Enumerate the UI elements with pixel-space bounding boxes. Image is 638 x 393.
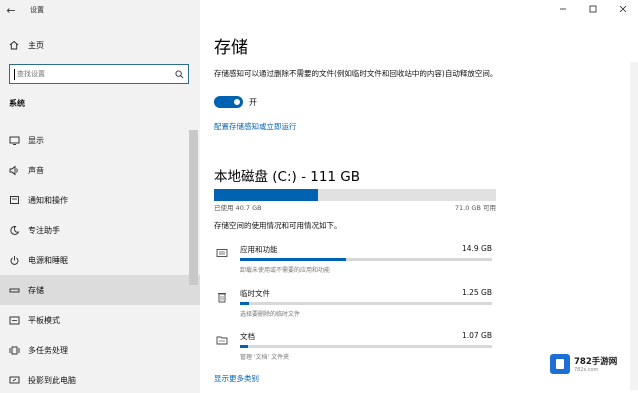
drive-title: 本地磁盘 (C:) - 111 GB bbox=[214, 169, 361, 185]
storage-icon bbox=[0, 285, 28, 296]
app-title: 设置 bbox=[30, 6, 44, 14]
category-size: 1.07 GB bbox=[461, 331, 492, 340]
sidebar-item-home[interactable]: 主页 bbox=[0, 36, 200, 54]
category-name: 应用和功能 bbox=[240, 245, 278, 254]
sidebar-item-display[interactable]: 显示 bbox=[0, 125, 200, 155]
sidebar-nav: 显示 声音 通知和操作 专注助手 电源和睡眠 存储 平板模式 多任务处理 投影到… bbox=[0, 125, 200, 393]
text-caret bbox=[14, 68, 15, 80]
display-icon bbox=[0, 135, 28, 146]
sidebar-item-label: 专注助手 bbox=[28, 225, 60, 235]
search-field[interactable] bbox=[9, 64, 189, 84]
category-name: 文档 bbox=[240, 332, 255, 341]
section-title: 系统 bbox=[9, 99, 25, 108]
sidebar-item-label: 存储 bbox=[28, 285, 44, 295]
minimize-icon bbox=[560, 8, 566, 10]
sidebar-item-label: 主页 bbox=[28, 40, 44, 50]
sidebar-item-label: 电源和睡眠 bbox=[28, 255, 68, 265]
category-usage-bar bbox=[240, 345, 492, 348]
moon-icon bbox=[0, 225, 28, 236]
back-arrow-icon: ← bbox=[6, 3, 16, 17]
drive-free-label: 71.0 GB 可用 bbox=[454, 204, 496, 212]
configure-storage-sense-link[interactable]: 配置存储感知或立即运行 bbox=[214, 121, 297, 132]
sidebar-item-tablet-mode[interactable]: 平板模式 bbox=[0, 305, 200, 335]
close-icon bbox=[619, 5, 627, 13]
toggle-state-label: 开 bbox=[249, 97, 257, 107]
sidebar: ← 设置 主页 系统 显示 声音 bbox=[0, 0, 200, 393]
sidebar-scrollbar[interactable] bbox=[189, 130, 198, 285]
category-usage-fill bbox=[240, 258, 346, 261]
category-usage-fill bbox=[240, 345, 248, 348]
watermark-name: 782手游网 bbox=[574, 357, 618, 367]
category-documents[interactable]: 文档 1.07 GB 管理 '文档' 文件夹 bbox=[214, 330, 492, 364]
category-size: 1.25 GB bbox=[461, 288, 492, 297]
main-content: 存储 存储感知可以通过删除不需要的文件(例如临时文件和回收站中的内容)自动释放空… bbox=[200, 0, 638, 393]
storage-sense-toggle-row: 开 bbox=[214, 96, 257, 108]
drive-usage-bar bbox=[214, 189, 496, 201]
watermark-logo-icon bbox=[550, 354, 570, 374]
maximize-button[interactable] bbox=[578, 0, 608, 18]
watermark-url: 782s.com bbox=[574, 367, 599, 373]
watermark-text: 782手游网 782s.com bbox=[574, 355, 617, 373]
power-icon bbox=[0, 255, 28, 266]
multitask-icon bbox=[0, 345, 28, 356]
category-temp-files[interactable]: 临时文件 1.25 GB 选择要删除的临时文件 bbox=[214, 287, 492, 321]
search-input[interactable] bbox=[17, 70, 170, 78]
page-title: 存储 bbox=[214, 38, 248, 58]
category-size: 14.9 GB bbox=[461, 244, 492, 253]
back-button[interactable]: ← bbox=[0, 0, 22, 20]
sidebar-item-focus-assist[interactable]: 专注助手 bbox=[0, 215, 200, 245]
category-usage-fill bbox=[240, 302, 249, 305]
drive-usage-fill bbox=[214, 189, 319, 201]
sidebar-item-power-sleep[interactable]: 电源和睡眠 bbox=[0, 245, 200, 275]
minimize-button[interactable] bbox=[548, 0, 578, 18]
category-description: 卸载未使用或不需要的应用和功能 bbox=[240, 267, 331, 274]
apps-icon bbox=[214, 247, 230, 259]
sidebar-item-notifications[interactable]: 通知和操作 bbox=[0, 185, 200, 215]
category-description: 管理 '文档' 文件夹 bbox=[240, 354, 290, 361]
content-scrollbar[interactable] bbox=[630, 62, 638, 390]
sidebar-item-label: 投影到此电脑 bbox=[28, 375, 76, 385]
title-bar: ← 设置 bbox=[0, 0, 200, 20]
documents-icon bbox=[214, 334, 230, 346]
sidebar-item-label: 声音 bbox=[28, 165, 44, 175]
trash-icon bbox=[214, 291, 230, 303]
sidebar-item-label: 多任务处理 bbox=[28, 345, 68, 355]
usage-intro: 存储空间的使用情况和可用情况如下。 bbox=[214, 221, 342, 230]
sidebar-item-project-to-pc[interactable]: 投影到此电脑 bbox=[0, 365, 200, 393]
category-usage-bar bbox=[240, 302, 492, 305]
sidebar-item-label: 通知和操作 bbox=[28, 195, 68, 205]
notification-icon bbox=[0, 195, 28, 206]
search-icon[interactable] bbox=[170, 69, 188, 79]
sidebar-item-storage[interactable]: 存储 bbox=[0, 275, 200, 305]
category-apps[interactable]: 应用和功能 14.9 GB 卸载未使用或不需要的应用和功能 bbox=[214, 243, 492, 277]
drive-used-label: 已使用 40.7 GB bbox=[214, 204, 262, 212]
window-controls bbox=[548, 0, 638, 18]
sidebar-item-label: 平板模式 bbox=[28, 315, 60, 325]
category-description: 选择要删除的临时文件 bbox=[240, 311, 301, 318]
show-more-categories-link[interactable]: 显示更多类别 bbox=[214, 373, 259, 384]
sidebar-item-multitasking[interactable]: 多任务处理 bbox=[0, 335, 200, 365]
storage-sense-toggle[interactable] bbox=[214, 96, 243, 108]
sidebar-item-label: 显示 bbox=[28, 135, 44, 145]
category-name: 临时文件 bbox=[240, 289, 270, 298]
project-icon bbox=[0, 375, 28, 386]
storage-sense-description: 存储感知可以通过删除不需要的文件(例如临时文件和回收站中的内容)自动释放空间。 bbox=[214, 69, 498, 78]
site-watermark: 782手游网 782s.com bbox=[550, 349, 630, 379]
category-usage-bar bbox=[240, 258, 492, 261]
tablet-icon bbox=[0, 315, 28, 326]
maximize-icon bbox=[589, 5, 597, 13]
speaker-icon bbox=[0, 165, 28, 176]
close-button[interactable] bbox=[608, 0, 638, 18]
home-icon bbox=[0, 40, 28, 50]
sidebar-item-sound[interactable]: 声音 bbox=[0, 155, 200, 185]
